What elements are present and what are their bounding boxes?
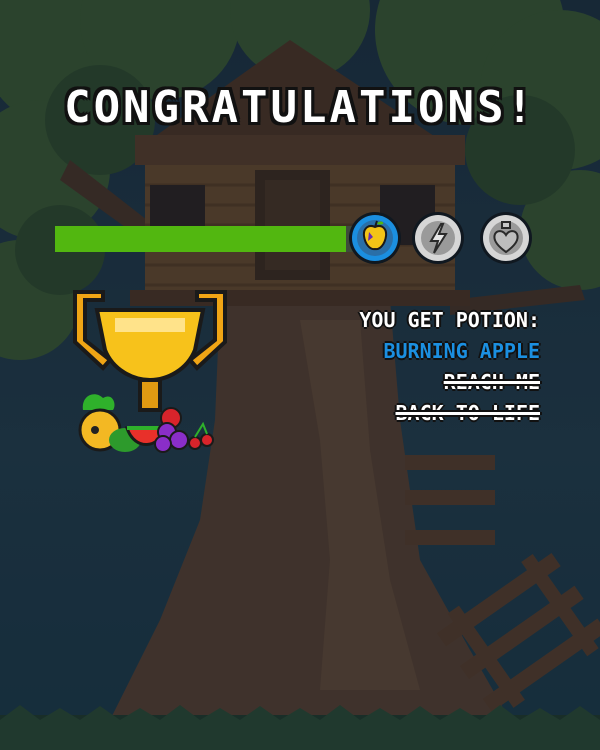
progress-bar-fill [55,226,346,252]
reward-item-back-to-life: BACK TO LIFE [395,401,541,425]
progress-bar [55,226,355,252]
congratulations-title: CONGRATULATIONS! [64,82,536,133]
trophy-icon [73,290,227,412]
reward-list: YOU GET POTION: BURNING APPLE REACH ME B… [359,305,540,429]
trophy-with-fruits [73,290,227,453]
lightning-badge[interactable] [410,210,466,266]
heart-potion-badge[interactable] [478,210,534,266]
reward-item-burning-apple: BURNING APPLE [383,339,540,363]
golden-apple-badge[interactable] [347,210,403,266]
reward-heading: YOU GET POTION: [359,308,540,332]
reward-item-reach-me: REACH ME [443,370,540,394]
